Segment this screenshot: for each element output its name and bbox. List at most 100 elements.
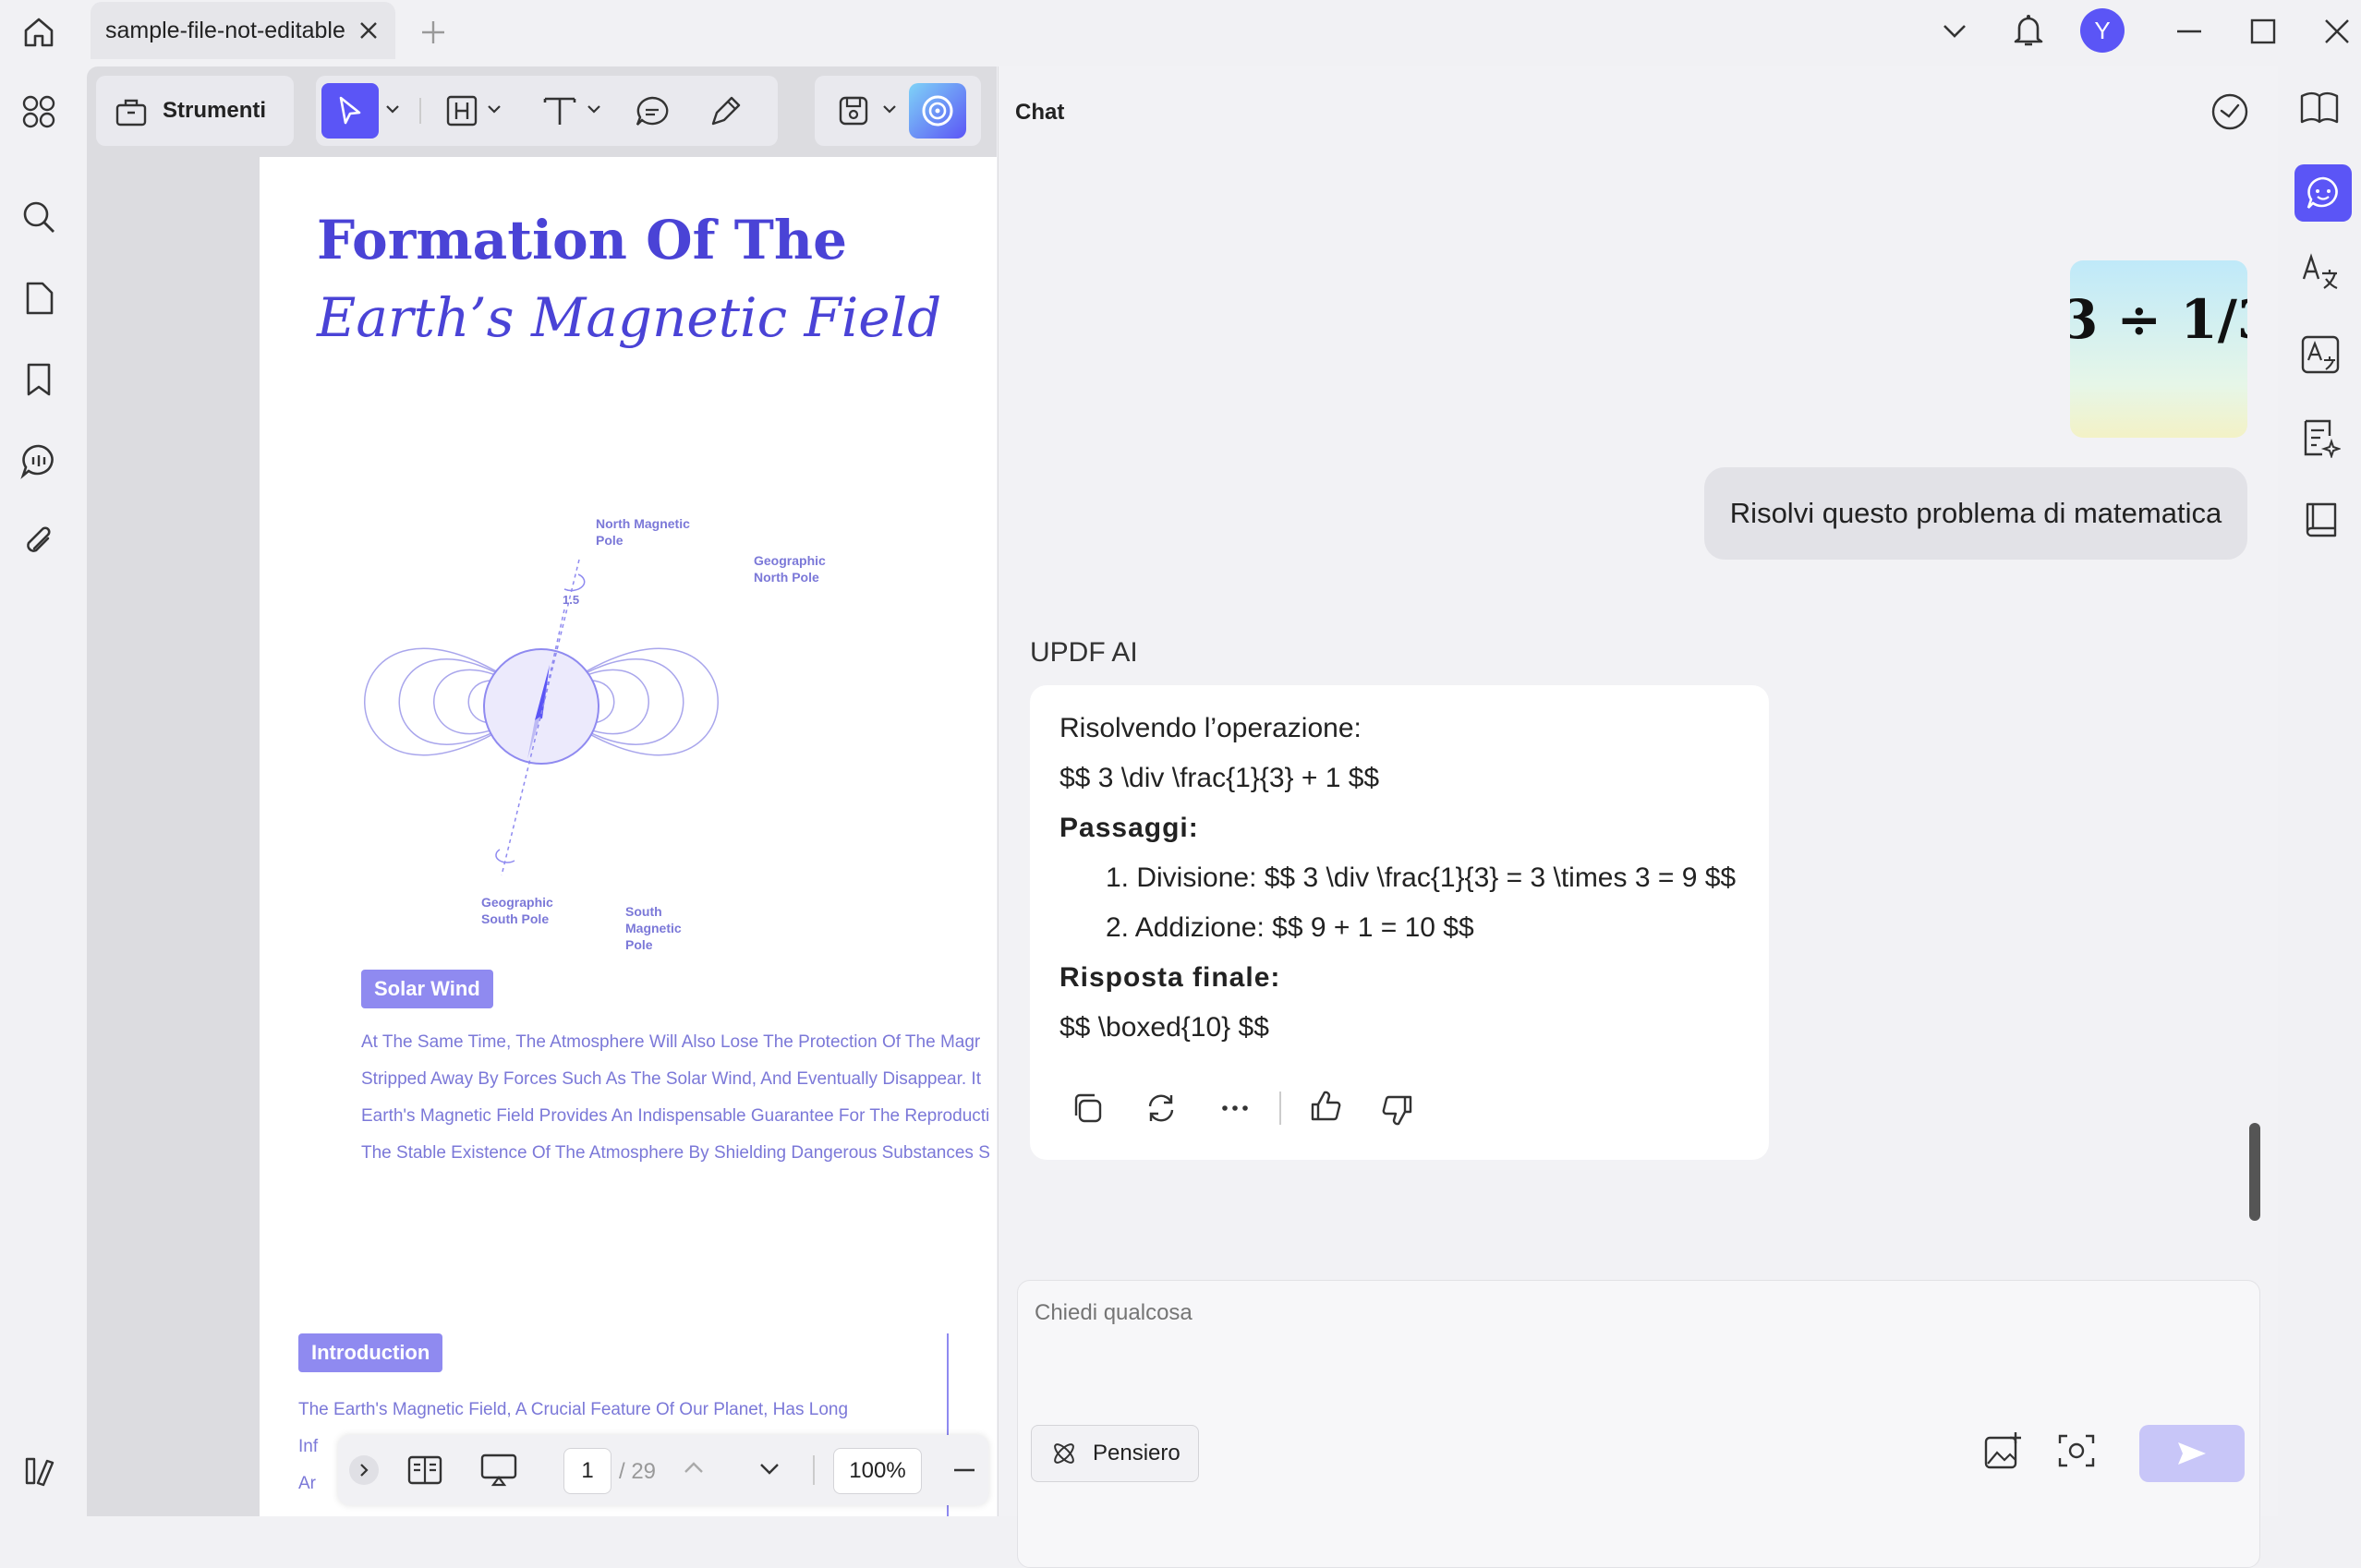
document-page: Formation Of The Earth’s Magnetic Field: [260, 157, 997, 1300]
response-step-1: 1. Divisione: $$ 3 \div \frac{1}{3} = 3 …: [1106, 862, 1737, 893]
edit-tools-group: [316, 76, 778, 146]
previous-page-icon[interactable]: [684, 1461, 704, 1474]
next-page-icon[interactable]: [759, 1463, 780, 1476]
bookmark-icon[interactable]: [16, 356, 62, 403]
body-line: Stripped Away By Forces Such As The Sola…: [361, 1069, 981, 1089]
body-line: At The Same Time, The Atmosphere Will Al…: [361, 1032, 981, 1052]
title-bar: sample-file-not-editable Y: [0, 0, 2361, 66]
heading-dropdown-icon[interactable]: [488, 105, 501, 115]
body-line: The Stable Existence Of The Atmosphere B…: [361, 1143, 990, 1163]
south-magnetic-pole-label: South Magnetic Pole: [625, 904, 682, 952]
save-dropdown-icon[interactable]: [883, 105, 896, 115]
pen-tool-icon[interactable]: [708, 92, 745, 129]
regenerate-icon[interactable]: [1143, 1090, 1180, 1127]
page-layout-icon[interactable]: [406, 1453, 443, 1487]
total-pages: / 29: [619, 1459, 657, 1484]
document-title-line2: Earth’s Magnetic Field: [317, 286, 942, 349]
north-magnetic-pole-label: North Magnetic Pole: [596, 516, 690, 548]
ai-response-card: Risolvendo l’operazione: $$ 3 \div \frac…: [1030, 685, 1769, 1160]
geographic-south-pole-label: Geographic South Pole: [481, 895, 553, 926]
document-tab[interactable]: sample-file-not-editable: [91, 2, 395, 59]
select-dropdown-icon[interactable]: [386, 105, 399, 115]
chat-input[interactable]: [1033, 1294, 2237, 1333]
chat-composer: Pensiero: [1017, 1280, 2260, 1568]
send-button[interactable]: [2139, 1425, 2245, 1482]
response-expression: $$ 3 \div \frac{1}{3} + 1 $$: [1059, 763, 1380, 793]
response-final-title: Risposta finale:: [1059, 962, 1281, 993]
search-icon[interactable]: [16, 194, 62, 240]
book-icon[interactable]: [2300, 499, 2341, 539]
thinking-button[interactable]: Pensiero: [1031, 1425, 1199, 1482]
thumbs-up-icon[interactable]: [1307, 1088, 1344, 1125]
pagebar-divider: [813, 1455, 815, 1485]
document-title-line1: Formation Of The: [317, 209, 847, 271]
save-tool-icon[interactable]: [837, 94, 870, 127]
ai-reader-icon[interactable]: [2298, 89, 2341, 129]
attachment-icon[interactable]: [16, 519, 62, 565]
page-navigation-bar: 1 / 29 100%: [338, 1435, 988, 1505]
ai-assistant-button[interactable]: [909, 83, 966, 139]
close-window-icon[interactable]: [2317, 11, 2357, 52]
body-line: Ar: [298, 1474, 316, 1493]
right-rail: [2278, 66, 2361, 1516]
copy-icon[interactable]: [1069, 1090, 1106, 1127]
toolbox-icon: [115, 96, 148, 127]
text-dropdown-icon[interactable]: [587, 105, 600, 115]
body-line: Earth's Magnetic Field Provides An Indis…: [361, 1106, 990, 1126]
magnetic-field-diagram: 1.5: [364, 559, 719, 876]
home-icon[interactable]: [16, 9, 62, 55]
chat-panel: Chat 3 ÷ 1/3 + 1 Risolvi questo problema…: [998, 66, 2278, 1568]
zoom-out-icon[interactable]: [953, 1468, 975, 1472]
sidebar-toggle-icon[interactable]: [16, 1448, 62, 1494]
document-area: Strumenti Formation Of The Earth’s Magne…: [87, 66, 997, 1516]
page-number-input[interactable]: 1: [563, 1448, 611, 1494]
response-final-value: $$ \boxed{10} $$: [1059, 1012, 1269, 1043]
formula-image-text: 3 ÷ 1/3 + 1: [2070, 288, 2247, 351]
body-line: Inf: [298, 1437, 319, 1456]
response-intro: Risolvendo l’operazione:: [1059, 713, 1362, 743]
new-tab-icon[interactable]: [419, 18, 447, 46]
atom-icon: [1050, 1440, 1078, 1467]
screenshot-icon[interactable]: [2056, 1430, 2097, 1471]
ai-sender-name: UPDF AI: [1030, 637, 1138, 668]
comment-icon[interactable]: [16, 438, 62, 484]
thumbs-down-icon[interactable]: [1379, 1092, 1416, 1128]
close-tab-icon[interactable]: [358, 20, 379, 41]
tools-button[interactable]: Strumenti: [96, 76, 294, 146]
history-icon[interactable]: [2210, 92, 2249, 131]
ocr-icon[interactable]: [2300, 334, 2341, 375]
maximize-icon[interactable]: [2243, 11, 2283, 52]
minimize-icon[interactable]: [2169, 11, 2210, 52]
toolbar-divider: [419, 98, 421, 124]
chat-scrollbar[interactable]: [2249, 1123, 2260, 1221]
section-label-introduction: Introduction: [298, 1333, 443, 1372]
left-rail: [0, 66, 87, 1516]
more-options-icon[interactable]: [1217, 1090, 1253, 1127]
presentation-icon[interactable]: [478, 1452, 519, 1489]
avatar[interactable]: Y: [2080, 8, 2125, 53]
expand-icon[interactable]: [349, 1455, 379, 1485]
actions-divider: [1279, 1092, 1281, 1125]
response-steps-title: Passaggi:: [1059, 813, 1199, 843]
extra-tools-group: [815, 76, 981, 146]
thinking-label: Pensiero: [1093, 1441, 1180, 1465]
user-message: Risolvi questo problema di matematica: [1704, 467, 2247, 560]
select-tool-button[interactable]: [321, 83, 379, 139]
chevron-down-icon[interactable]: [1934, 11, 1975, 52]
translate-icon[interactable]: [2300, 251, 2341, 292]
pages-icon[interactable]: [16, 275, 62, 321]
heading-tool-icon[interactable]: [445, 94, 478, 127]
tab-title: sample-file-not-editable: [105, 17, 345, 43]
add-image-icon[interactable]: [1982, 1430, 2023, 1471]
bell-icon[interactable]: [2008, 9, 2049, 50]
attached-image[interactable]: 3 ÷ 1/3 + 1: [2070, 260, 2247, 438]
text-tool-icon[interactable]: [541, 94, 578, 127]
zoom-level[interactable]: 100%: [833, 1448, 922, 1494]
comment-tool-icon[interactable]: [634, 94, 671, 129]
apps-icon[interactable]: [16, 89, 62, 135]
ai-chat-button[interactable]: [2294, 164, 2352, 222]
angle-label: 1.5: [563, 593, 579, 607]
tools-label: Strumenti: [163, 98, 267, 123]
summarize-icon[interactable]: [2300, 417, 2341, 458]
body-line: The Earth's Magnetic Field, A Crucial Fe…: [298, 1400, 849, 1419]
